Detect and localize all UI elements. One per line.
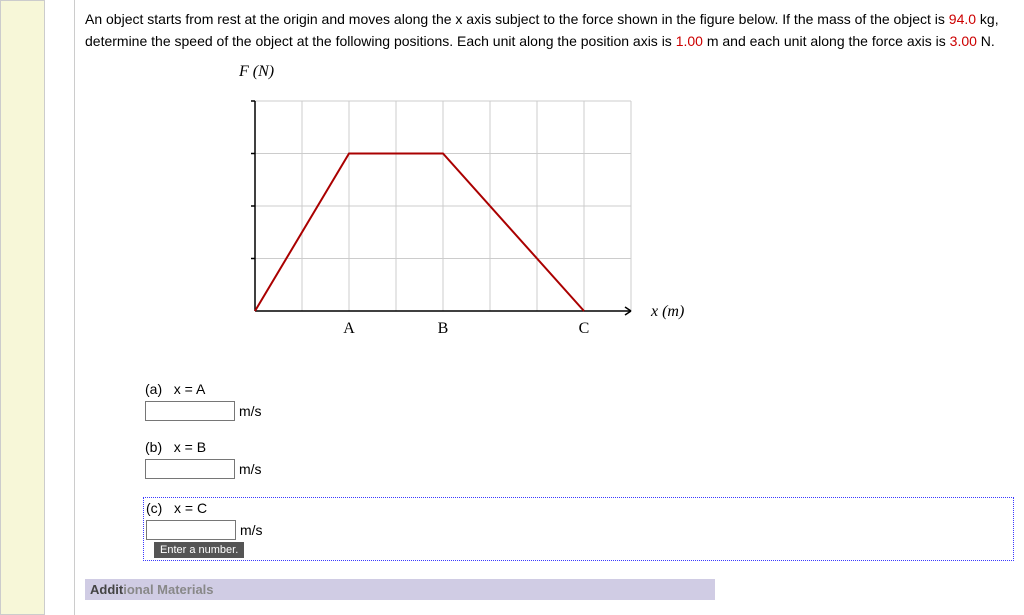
mass-value: 94.0 bbox=[949, 11, 976, 27]
part-c-label: (c) x = C bbox=[146, 500, 1011, 516]
part-b-input[interactable] bbox=[145, 459, 235, 479]
part-a-label: (a) x = A bbox=[145, 381, 1014, 397]
q-text-4: N. bbox=[977, 33, 995, 49]
position-unit-value: 1.00 bbox=[676, 33, 703, 49]
part-c-input[interactable] bbox=[146, 520, 236, 540]
part-a-unit: m/s bbox=[239, 403, 262, 419]
x-tick-A: A bbox=[343, 320, 355, 337]
sidebar-highlight bbox=[0, 0, 45, 615]
part-b-label: (b) x = B bbox=[145, 439, 1014, 455]
gutter bbox=[45, 0, 75, 615]
part-c-unit: m/s bbox=[240, 522, 263, 538]
force-unit-value: 3.00 bbox=[950, 33, 977, 49]
x-tick-C: C bbox=[579, 320, 590, 337]
q-text-1: An object starts from rest at the origin… bbox=[85, 11, 949, 27]
y-axis-label: F (N) bbox=[239, 63, 1014, 81]
part-a: (a) x = A m/s bbox=[145, 381, 1014, 421]
main-content: An object starts from rest at the origin… bbox=[75, 0, 1024, 615]
part-a-input[interactable] bbox=[145, 401, 235, 421]
x-axis-label: x (m) bbox=[650, 303, 684, 320]
figure-area: F (N) bbox=[225, 63, 1014, 361]
q-text-3: m and each unit along the force axis is bbox=[703, 33, 950, 49]
additional-materials[interactable]: Additional Materials bbox=[85, 579, 715, 600]
question-text: An object starts from rest at the origin… bbox=[85, 8, 1014, 53]
input-tooltip: Enter a number. bbox=[154, 542, 244, 558]
part-b-unit: m/s bbox=[239, 461, 262, 477]
part-b: (b) x = B m/s bbox=[145, 439, 1014, 479]
force-position-chart: A B C x (m) bbox=[225, 81, 685, 361]
part-c: (c) x = C m/s Enter a number. bbox=[143, 497, 1014, 561]
x-tick-B: B bbox=[438, 320, 449, 337]
